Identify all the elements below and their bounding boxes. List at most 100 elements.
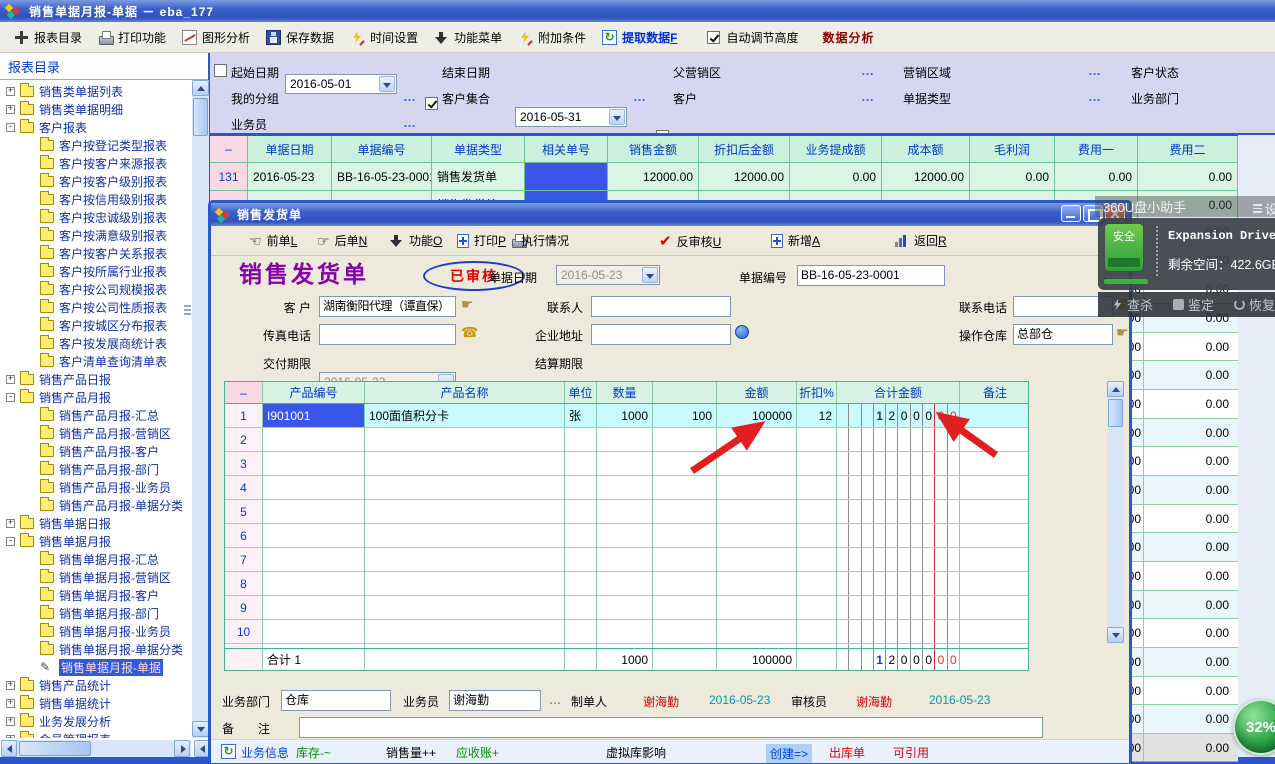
customer-field[interactable]: 湖南衡阳代理（谭直保） xyxy=(319,296,456,317)
expand-icon[interactable]: + xyxy=(6,681,15,690)
tree-item[interactable]: 客户按公司性质报表 xyxy=(0,298,192,316)
tree-item[interactable]: 客户按忠诚级别报表 xyxy=(0,208,192,226)
collapse-icon[interactable]: - xyxy=(6,393,15,402)
detail-row[interactable]: 2 xyxy=(225,428,1028,452)
tree-item[interactable]: 销售产品月报-汇总 xyxy=(0,406,192,424)
collapse-icon[interactable]: - xyxy=(6,537,15,546)
toolbar-button[interactable]: 保存数据 xyxy=(258,27,342,48)
statusbar-item[interactable]: 应收账+ xyxy=(456,744,499,761)
expand-icon[interactable]: + xyxy=(6,105,15,114)
tree-item[interactable]: +业务发展分析 xyxy=(0,712,192,730)
tree-item[interactable]: 销售单据月报-营销区 xyxy=(0,568,192,586)
tree-item[interactable]: 客户按所属行业报表 xyxy=(0,262,192,280)
chevron-down-icon[interactable] xyxy=(642,267,658,283)
dialog-toolbar-button[interactable]: ☜前单L xyxy=(249,232,297,249)
doc-no-field[interactable]: BB-16-05-23-0001 xyxy=(797,265,945,286)
dialog-toolbar-button[interactable]: ✔反审核U xyxy=(659,232,721,250)
phone-icon[interactable]: ☎ xyxy=(461,325,478,339)
statusbar-item[interactable]: 业务信息 xyxy=(241,744,289,761)
dialog-toolbar-button[interactable]: 功能O xyxy=(389,232,442,249)
statusbar-item[interactable]: 可引用 xyxy=(893,744,929,761)
expand-icon[interactable]: + xyxy=(6,699,15,708)
table-row[interactable]: 1312016-05-23BB-16-05-23-0001销售发货单12000.… xyxy=(210,163,1238,191)
tree-item[interactable]: 销售单据月报-业务员 xyxy=(0,622,192,640)
tree-item[interactable]: 客户清单查询清单表 xyxy=(0,352,192,370)
sidebar-hscroll-thumb[interactable] xyxy=(19,741,91,756)
scroll-down-icon[interactable] xyxy=(1107,627,1124,643)
tree-item[interactable]: 销售单据月报-客户 xyxy=(0,586,192,604)
detail-row[interactable]: 8 xyxy=(225,572,1028,596)
dialog-titlebar[interactable]: 销售发货单 xyxy=(211,203,1129,226)
tree-item[interactable]: 销售产品月报-部门 xyxy=(0,460,192,478)
expand-icon[interactable]: + xyxy=(6,375,15,384)
detail-row[interactable]: 11 xyxy=(225,644,1028,648)
fax-field[interactable] xyxy=(319,324,456,345)
toolbar-button[interactable]: 报表目录 xyxy=(6,27,90,48)
tree-item[interactable]: -客户报表 xyxy=(0,118,192,136)
expand-icon[interactable]: + xyxy=(6,87,15,96)
tree-item[interactable]: 销售产品月报-客户 xyxy=(0,442,192,460)
settings-menu[interactable]: 设置 xyxy=(1253,199,1275,218)
contact-field[interactable] xyxy=(591,296,731,317)
tree-item[interactable]: 客户按满意级别报表 xyxy=(0,226,192,244)
tree-item[interactable]: 客户按城区分布报表 xyxy=(0,316,192,334)
expand-icon[interactable]: + xyxy=(6,735,15,739)
scroll-down-icon[interactable] xyxy=(192,721,209,737)
detail-row[interactable]: 4 xyxy=(225,476,1028,500)
usb-helper-titlebar[interactable]: 360U盘小助手 设置 xyxy=(1095,196,1275,217)
more-button[interactable]: … xyxy=(861,63,874,78)
filter-checkbox[interactable] xyxy=(425,97,438,110)
minimize-icon[interactable] xyxy=(1061,205,1081,222)
tree-item[interactable]: +销售产品日报 xyxy=(0,370,192,388)
statusbar-item[interactable]: 销售量++ xyxy=(386,744,436,761)
tree-item[interactable]: -销售产品月报 xyxy=(0,388,192,406)
expand-icon[interactable]: + xyxy=(6,717,15,726)
tree-item[interactable]: 客户按客户关系报表 xyxy=(0,244,192,262)
detail-vscroll-thumb[interactable] xyxy=(1108,399,1123,427)
tree-item[interactable]: +销售产品统计 xyxy=(0,676,192,694)
filter-dropdown[interactable]: 2016-05-01 xyxy=(285,74,397,94)
tree-item[interactable]: +销售单据日报 xyxy=(0,514,192,532)
tree-item[interactable]: 客户按登记类型报表 xyxy=(0,136,192,154)
note-field[interactable] xyxy=(299,717,1043,738)
toolbar-button[interactable]: 附加条件 xyxy=(510,27,594,48)
tree-item[interactable]: +销售类单据列表 xyxy=(0,82,192,100)
dialog-toolbar-button[interactable]: 执行情况 xyxy=(521,232,569,249)
toolbar-button[interactable]: 提取数据F xyxy=(594,27,685,48)
hand-pointer-icon[interactable]: ☛ xyxy=(461,297,474,311)
chevron-down-icon[interactable] xyxy=(609,109,625,125)
tree-item[interactable]: +销售类单据明细 xyxy=(0,100,192,118)
tree-item[interactable]: 客户按公司规模报表 xyxy=(0,280,192,298)
more-button[interactable]: … xyxy=(633,89,646,104)
usb-action-button[interactable]: 恢复 xyxy=(1234,295,1275,314)
speedup-ball[interactable]: 32% xyxy=(1233,699,1275,755)
tree-item[interactable]: 客户按客户级别报表 xyxy=(0,172,192,190)
tree-item[interactable]: 销售产品月报-单据分类 xyxy=(0,496,192,514)
scroll-up-icon[interactable] xyxy=(1107,381,1124,397)
tree-item[interactable]: 客户按客户来源报表 xyxy=(0,154,192,172)
statusbar-item[interactable]: 创建=> xyxy=(766,744,812,763)
collapse-icon[interactable]: - xyxy=(6,123,15,132)
globe-icon[interactable] xyxy=(735,325,749,339)
usb-action-button[interactable]: 查杀 xyxy=(1112,295,1153,314)
more-button[interactable]: … xyxy=(403,89,416,104)
detail-row[interactable]: 1I901001100面值积分卡张1000100100000121200000 xyxy=(225,404,1028,428)
dialog-toolbar-button[interactable]: 返回R xyxy=(894,232,947,249)
tree-item[interactable]: 销售产品月报-业务员 xyxy=(0,478,192,496)
hand-pointer-icon[interactable]: ☛ xyxy=(1116,325,1129,339)
more-button[interactable]: … xyxy=(1088,89,1101,104)
statusbar-item[interactable]: 库存-~ xyxy=(296,744,331,761)
dialog-toolbar-button[interactable]: 新增A xyxy=(771,232,820,249)
scroll-up-icon[interactable] xyxy=(192,80,209,96)
detail-row[interactable]: 7 xyxy=(225,548,1028,572)
statusbar-item[interactable]: 虚拟库影响 xyxy=(606,744,666,761)
splitter-grip[interactable] xyxy=(184,300,191,320)
more-button[interactable]: … xyxy=(861,89,874,104)
more-button[interactable]: … xyxy=(403,115,416,130)
toolbar-button[interactable]: 功能菜单 xyxy=(426,27,510,48)
detail-row[interactable]: 5 xyxy=(225,500,1028,524)
dept-field[interactable]: 仓库 xyxy=(281,690,391,711)
detail-row[interactable]: 3 xyxy=(225,452,1028,476)
detail-row[interactable]: 9 xyxy=(225,596,1028,620)
address-field[interactable] xyxy=(591,324,731,345)
